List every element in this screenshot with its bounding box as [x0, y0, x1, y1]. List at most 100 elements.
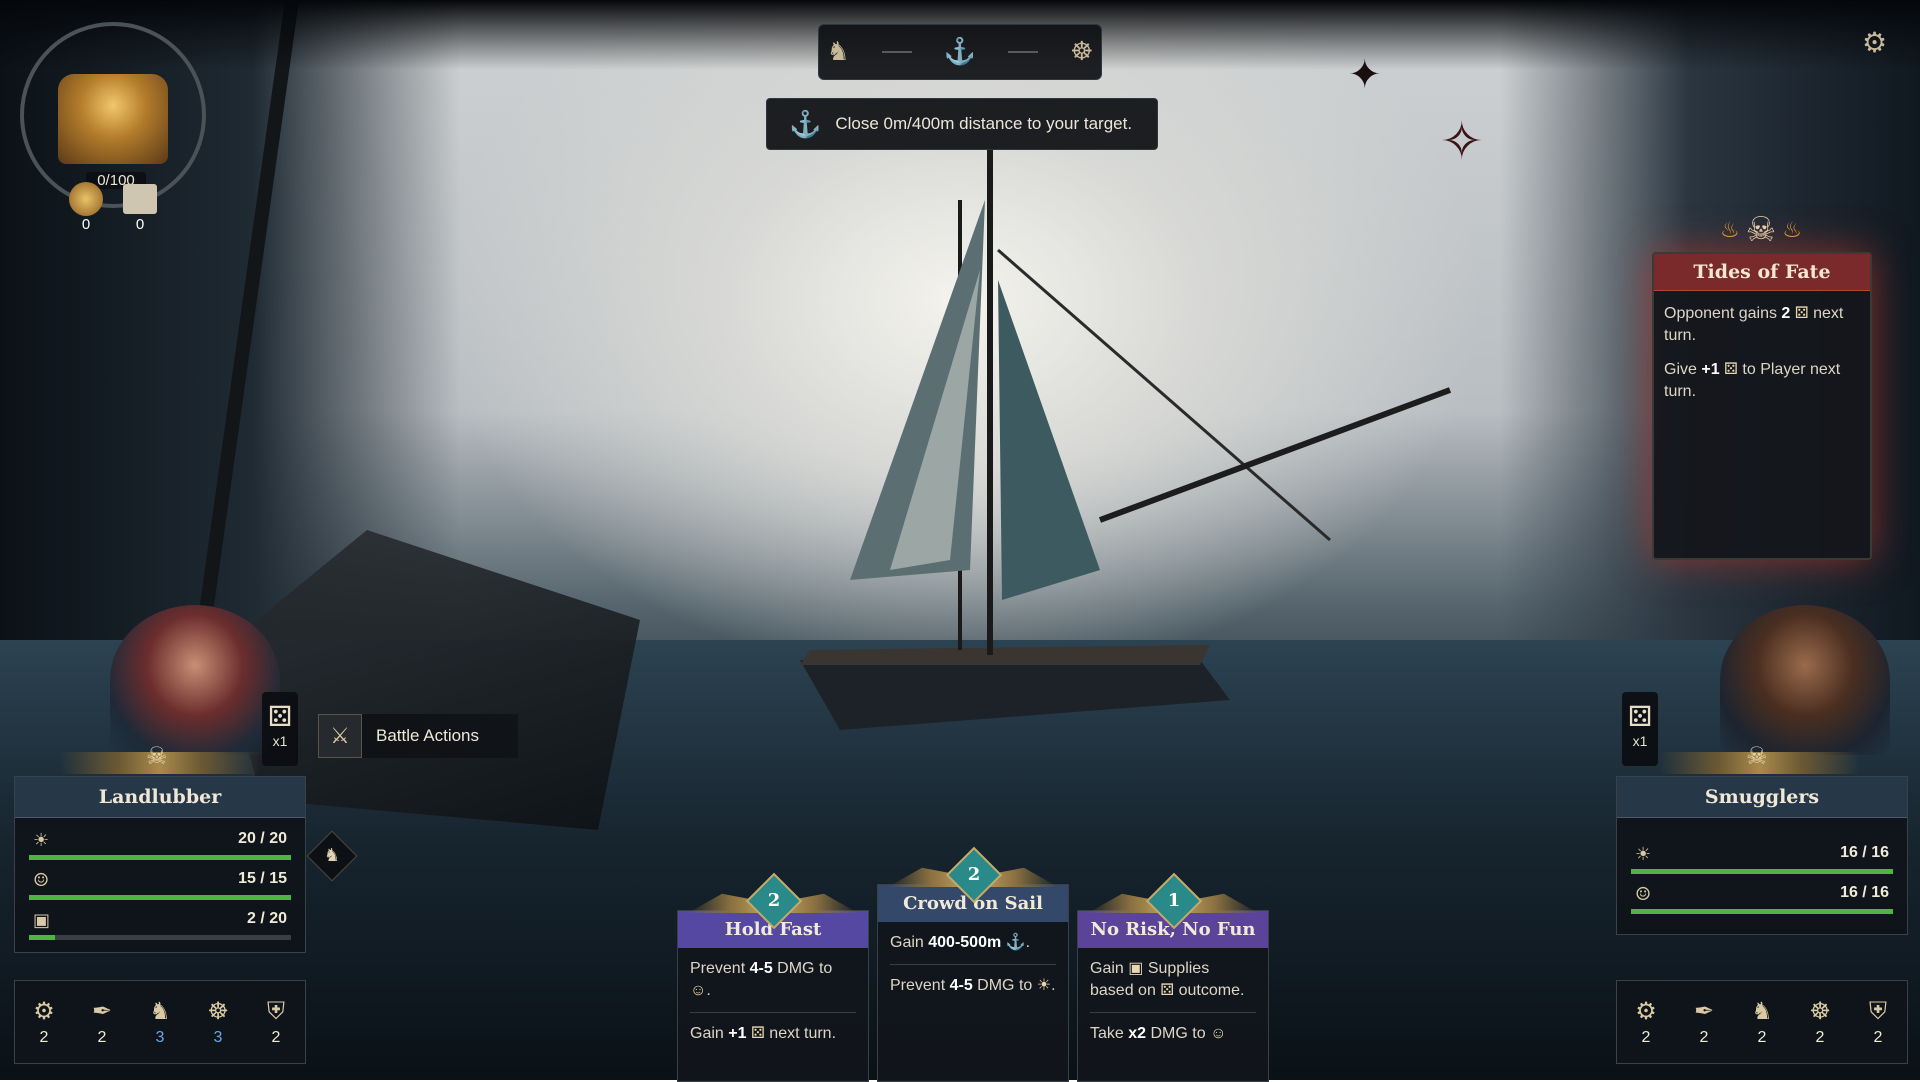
supplies-bar-value: 2 / 20	[246, 910, 287, 927]
parrot-icon: ♞	[323, 845, 341, 866]
gold-coin-icon	[69, 182, 103, 216]
sextant-icon[interactable]: ⚓	[944, 37, 976, 67]
parrot-skill-icon: ♞	[1751, 997, 1773, 1025]
quill-skill-icon: ✒	[91, 997, 113, 1025]
card-text: Gain	[1090, 960, 1129, 977]
dice-multiplier: x1	[272, 733, 288, 749]
objective-text: Close 0m/400m distance to your target.	[835, 114, 1133, 133]
skull-icon: ☠	[146, 742, 168, 770]
crew-icon: ☺	[1210, 1025, 1227, 1042]
opponent-hull-bar: ☀ 16 / 16	[1631, 840, 1893, 880]
hull-value: 16 / 16	[1840, 844, 1889, 861]
skill-parrot[interactable]: ♞ 3	[138, 997, 182, 1047]
battle-actions-button[interactable]: ⚔ Battle Actions	[318, 714, 518, 758]
opponent-dice[interactable]: ⚄ x1	[1622, 692, 1658, 766]
gold-value: 0	[81, 216, 91, 233]
card-effect: Gain 400-500m ⚓.	[878, 922, 1068, 954]
shield-skill-icon: ⛨	[1869, 997, 1887, 1025]
card-text: DMG to	[772, 960, 833, 977]
skill-value: 2	[1641, 1029, 1651, 1046]
card-number: +1	[728, 1025, 747, 1042]
settings-gear-icon[interactable]: ⚙	[1862, 26, 1887, 59]
bar-fill	[1631, 909, 1893, 914]
opponent-portrait	[1720, 605, 1890, 755]
skill-value: 3	[213, 1029, 223, 1046]
player-stats-panel: Landlubber ☀ 20 / 20 ☺ 15 / 15 ▣ 2 / 20	[14, 776, 306, 953]
card-no-risk-no-fun[interactable]: 1 No Risk, No Fun Gain ▣ Supplies based …	[1077, 872, 1269, 1082]
heart-sun-icon: ☀	[1635, 844, 1652, 865]
fate-number: 2	[1781, 305, 1791, 322]
skill-shield[interactable]: ⛨ 2	[1856, 997, 1900, 1047]
fate-effect-1: Opponent gains 2 ⚄ next turn.	[1654, 291, 1870, 347]
card-text: .	[706, 982, 711, 999]
phase-divider	[881, 51, 912, 53]
skill-quill[interactable]: ✒ 2	[1682, 997, 1726, 1047]
player-name: Landlubber	[15, 777, 305, 818]
card-text: Prevent	[890, 977, 950, 994]
supplies-icon: ▣	[1128, 960, 1144, 977]
supplies-value: 0	[135, 216, 145, 233]
skill-value: 3	[155, 1029, 165, 1046]
dice-multiplier: x1	[1632, 733, 1648, 749]
opponent-bars: ☀ 16 / 16 ☺ 16 / 16	[1617, 818, 1907, 934]
turn-phase-tracker: ♞ ⚓ ☸	[818, 24, 1102, 80]
fate-number: +1	[1701, 361, 1720, 378]
skill-parrot[interactable]: ♞ 2	[1740, 997, 1784, 1047]
die-icon: ⚄	[1627, 700, 1653, 733]
crew-value: 15 / 15	[238, 870, 287, 887]
skill-sextant[interactable]: ⚙ 2	[1624, 997, 1668, 1047]
card-text: Take	[1090, 1025, 1129, 1042]
die-icon: ⚄	[1160, 982, 1175, 999]
card-text: Gain	[890, 934, 929, 951]
bar-track	[29, 855, 291, 860]
gold-resource[interactable]: 0	[64, 180, 108, 236]
supplies-crate-icon	[123, 184, 157, 214]
skull-icon: ☠	[1746, 742, 1768, 770]
skill-sextant[interactable]: ⚙ 2	[22, 997, 66, 1047]
fate-crest: ♨ ☠ ♨	[1708, 204, 1814, 256]
skill-value: 2	[1873, 1029, 1883, 1046]
cost-value: 1	[1167, 890, 1181, 911]
skill-quill[interactable]: ✒ 2	[80, 997, 124, 1047]
shield-skill-icon: ⛨	[267, 997, 285, 1025]
fate-title: Tides of Fate	[1654, 254, 1870, 291]
card-effect: Prevent 4-5 DMG to ☺.	[678, 948, 868, 1002]
bar-track	[29, 935, 291, 940]
supplies-resource[interactable]: 0	[118, 180, 162, 236]
card-number: 4-5	[949, 977, 973, 994]
hull-value: 20 / 20	[238, 830, 287, 847]
skill-helm[interactable]: ☸ 2	[1798, 997, 1842, 1047]
opponent-stats-panel: Smugglers ☀ 16 / 16 ☺ 16 / 16	[1616, 776, 1908, 935]
skill-value: 2	[271, 1029, 281, 1046]
tides-of-fate-panel[interactable]: Tides of Fate Opponent gains 2 ⚄ next tu…	[1652, 252, 1872, 560]
player-bars: ☀ 20 / 20 ☺ 15 / 15 ▣ 2 / 20	[15, 818, 305, 952]
card-crowd-on-sail[interactable]: 2 Crowd on Sail Gain 400-500m ⚓. Prevent…	[877, 846, 1069, 1082]
sextant-icon: ⚓	[789, 108, 822, 139]
supplies-icon: ▣	[33, 910, 51, 931]
player-dice[interactable]: ⚄ x1	[262, 692, 298, 766]
player-hull-bar: ☀ 20 / 20	[29, 826, 291, 866]
player-skills: ⚙ 2 ✒ 2 ♞ 3 ☸ 3 ⛨ 2	[14, 980, 306, 1064]
skull-icon: ☠	[1745, 210, 1777, 250]
crew-icon: ☺	[690, 982, 707, 999]
die-icon: ⚄	[267, 700, 293, 733]
battle-actions-label: Battle Actions	[376, 726, 480, 745]
phase-divider	[1008, 51, 1039, 53]
skill-value: 2	[39, 1029, 49, 1046]
crossed-swords-icon: ⚔	[318, 714, 362, 758]
card-effect: Gain ▣ Supplies based on ⚄ outcome.	[1078, 948, 1268, 1002]
opponent-skills: ⚙ 2 ✒ 2 ♞ 2 ☸ 2 ⛨ 2	[1616, 980, 1908, 1064]
skill-value: 2	[1757, 1029, 1767, 1046]
ship-wheel-icon[interactable]: ☸	[1070, 37, 1093, 67]
die-icon: ⚄	[750, 1025, 765, 1042]
player-crew-bar: ☺ 15 / 15	[29, 866, 291, 906]
bar-fill	[29, 895, 291, 900]
treasure-meter[interactable]: 0/100	[20, 22, 210, 212]
card-hold-fast[interactable]: 2 Hold Fast Prevent 4-5 DMG to ☺. Gain +…	[677, 872, 869, 1082]
skill-helm[interactable]: ☸ 3	[196, 997, 240, 1047]
skill-value: 2	[1699, 1029, 1709, 1046]
parrot-icon[interactable]: ♞	[827, 37, 850, 67]
skill-shield[interactable]: ⛨ 2	[254, 997, 298, 1047]
bar-track	[29, 895, 291, 900]
player-portrait	[110, 605, 280, 755]
